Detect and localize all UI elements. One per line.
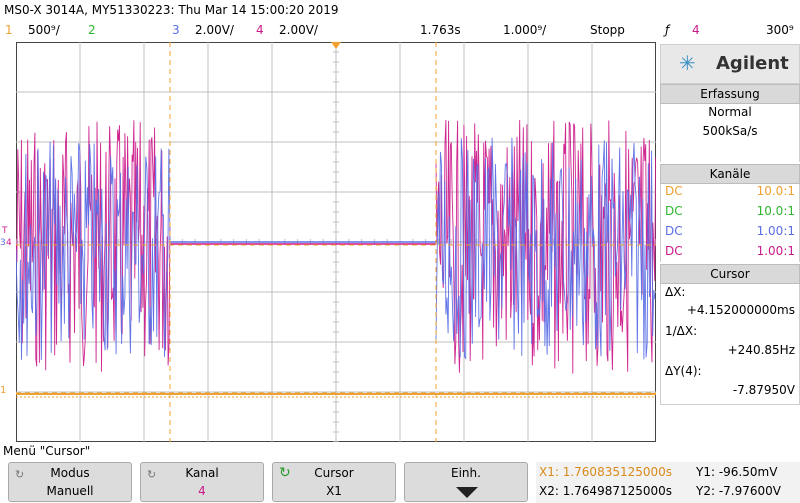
cursor-readout: X1: 1.760835125000s X2: 1.764987125000s …	[536, 462, 800, 503]
cursor-softkey[interactable]: ↻ Cursor X1	[272, 462, 396, 502]
ch4-coupling: DC	[665, 244, 683, 258]
cursor-label: Cursor	[314, 466, 354, 480]
channels-header[interactable]: Kanäle	[660, 164, 800, 184]
ch3-coupling: DC	[665, 224, 683, 238]
cursor-panel: ΔX: +4.152000000ms 1/ΔX: +240.85Hz ΔY(4)…	[660, 284, 800, 405]
ch3-ground-marker[interactable]: 3	[0, 238, 6, 248]
trigger-level[interactable]: 300⁹	[766, 23, 794, 37]
ch3-number[interactable]: 3	[172, 23, 180, 37]
trigger-channel[interactable]: 4	[692, 23, 700, 37]
y2-readout: Y2: -7.97600V	[696, 484, 781, 498]
modus-value: Manuell	[46, 484, 94, 498]
kanal-softkey[interactable]: ↻ Kanal 4	[140, 462, 264, 502]
x1-readout: X1: 1.760835125000s	[539, 465, 673, 479]
inverse-delta-x-label: 1/ΔX:	[665, 324, 698, 338]
ch1-coupling: DC	[665, 184, 683, 198]
down-arrow-icon	[456, 487, 478, 498]
waveform-display[interactable]	[16, 42, 656, 442]
ch4-number[interactable]: 4	[256, 23, 264, 37]
ch1-number[interactable]: 1	[5, 23, 13, 37]
timebase-position[interactable]: 1.763s	[420, 23, 461, 37]
y1-readout: Y1: -96.50mV	[696, 465, 778, 479]
window-title: MS0-X 3014A, MY51330223: Thu Mar 14 15:0…	[4, 3, 339, 17]
ch1-ground-marker[interactable]: 1	[0, 385, 6, 396]
cursor-value: X1	[326, 484, 342, 498]
modus-softkey[interactable]: ↻ Modus Manuell	[8, 462, 132, 502]
logo-text: Agilent	[716, 53, 789, 74]
ch2-coupling: DC	[665, 204, 683, 218]
ch1-probe: 10.0:1	[756, 184, 795, 198]
acquisition-panel: Normal 500kSa/s	[660, 104, 800, 162]
ch1-scale[interactable]: 500⁹/	[28, 23, 60, 37]
trigger-edge-icon: ƒ	[665, 23, 670, 37]
trigger-position-marker	[331, 42, 341, 49]
ch3-probe: 1.00:1	[756, 224, 795, 238]
ch3-scale[interactable]: 2.00V/	[195, 23, 234, 37]
ch4-scale[interactable]: 2.00V/	[279, 23, 318, 37]
einheit-softkey[interactable]: Einh.	[404, 462, 528, 502]
modus-label: Modus	[50, 466, 90, 480]
ch2-probe: 10.0:1	[756, 204, 795, 218]
signal-burst	[16, 120, 171, 372]
cursor-header[interactable]: Cursor	[660, 264, 800, 284]
delta-y-label: ΔY(4):	[665, 364, 702, 378]
menu-title: Menü "Cursor"	[3, 444, 91, 458]
einheit-label: Einh.	[451, 466, 481, 480]
inverse-delta-x-value: +240.85Hz	[727, 343, 795, 357]
ch4-ground-marker[interactable]: 4	[6, 238, 12, 248]
x2-readout: X2: 1.764987125000s	[539, 484, 673, 498]
delta-y-value: -7.87950V	[732, 383, 795, 397]
run-state[interactable]: Stopp	[590, 23, 625, 37]
ch2-number[interactable]: 2	[88, 23, 96, 37]
kanal-label: Kanal	[185, 466, 219, 480]
timebase-scale[interactable]: 1.000⁹/	[503, 23, 546, 37]
channels-panel: DC 10.0:1 DC 10.0:1 DC 1.00:1 DC 1.00:1	[660, 184, 800, 262]
agilent-spark-icon: ✳	[679, 51, 696, 75]
acquisition-mode: Normal	[708, 105, 752, 119]
agilent-logo: ✳ Agilent	[660, 44, 800, 84]
acquisition-header[interactable]: Erfassung	[660, 84, 800, 104]
ch4-probe: 1.00:1	[756, 244, 795, 258]
delta-x-label: ΔX:	[665, 285, 686, 299]
kanal-value: 4	[198, 484, 206, 498]
sample-rate: 500kSa/s	[702, 124, 758, 138]
delta-x-value: +4.152000000ms	[686, 303, 795, 317]
trigger-level-marker[interactable]: T	[2, 226, 8, 236]
